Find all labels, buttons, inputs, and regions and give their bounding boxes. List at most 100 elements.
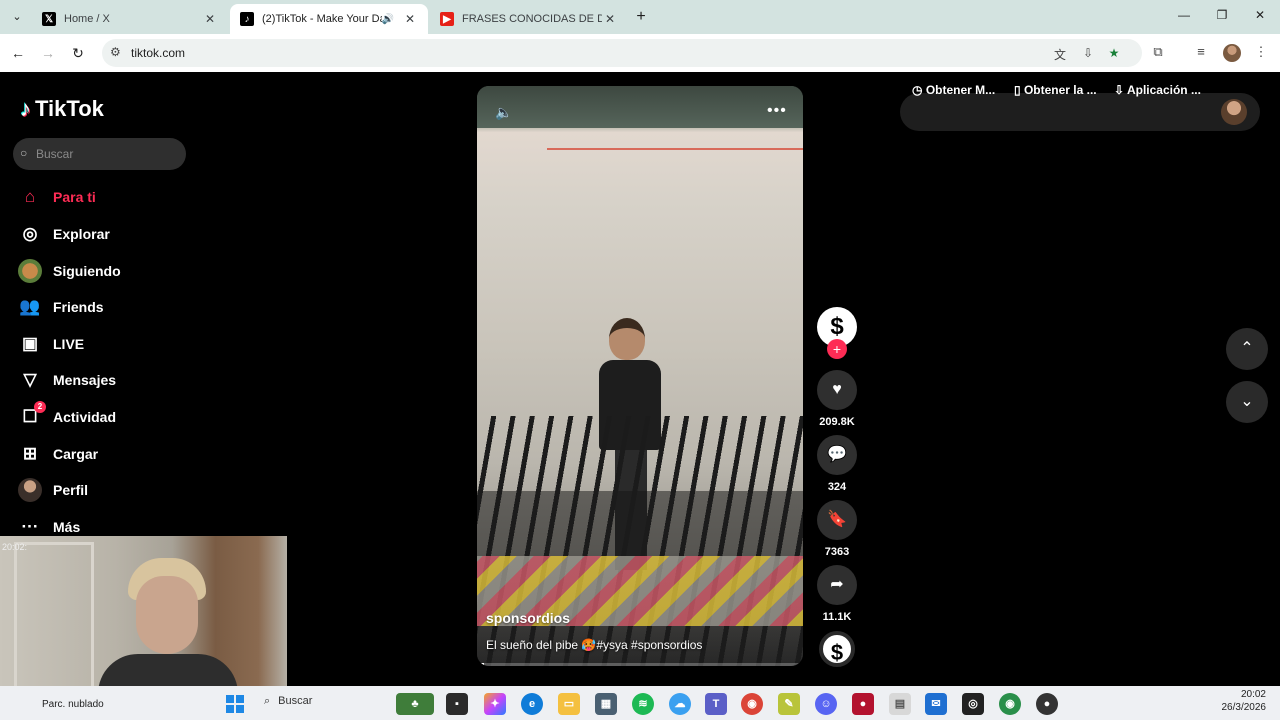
video-background-stands bbox=[477, 86, 803, 128]
sidebar-item-siguiendo[interactable]: Siguiendo bbox=[18, 256, 121, 286]
taskbar: Parc. nublado ⌕ Buscar ♣ ▪ ✦ e ▭ ▦ ≋ ☁ T … bbox=[0, 686, 1280, 720]
tab-title: (2)TikTok - Make Your Day bbox=[262, 13, 382, 25]
bookmark-star-icon[interactable]: ★ bbox=[1106, 46, 1122, 62]
video-player[interactable]: 🔈 ••• sponsordios El sueño del pibe 🥵#ys… bbox=[477, 86, 803, 666]
webcam-overlay: 20:02: bbox=[0, 536, 287, 698]
close-icon[interactable]: ✕ bbox=[202, 12, 218, 26]
sidebar-item-label: Mensajes bbox=[53, 372, 117, 388]
tab-search-chevron-icon[interactable]: ⌄ bbox=[8, 8, 26, 26]
notes-app-icon[interactable]: ✎ bbox=[778, 693, 800, 715]
tab-strip: ⌄ 𝕏 Home / X ✕ ♪ (2)TikTok - Make Your D… bbox=[0, 0, 1280, 34]
weather-widget[interactable]: Parc. nublado bbox=[42, 699, 104, 710]
spotify-icon[interactable]: ≋ bbox=[632, 693, 654, 715]
save-count: 7363 bbox=[824, 546, 850, 558]
windows-start-icon[interactable] bbox=[226, 695, 244, 713]
recording-app-icon[interactable]: ● bbox=[1036, 693, 1058, 715]
chrome-profile-icon[interactable]: ◉ bbox=[999, 693, 1021, 715]
site-info-icon[interactable]: ⚙ bbox=[110, 45, 121, 59]
translate-icon[interactable]: 文 bbox=[1052, 46, 1068, 62]
volume-icon[interactable]: 🔈 bbox=[495, 104, 512, 121]
url-text[interactable]: tiktok.com bbox=[131, 46, 185, 60]
sidebar-item-friends[interactable]: 👥 Friends bbox=[18, 292, 104, 322]
among-us-icon[interactable]: ● bbox=[852, 693, 874, 715]
sidebar-item-perfil[interactable]: Perfil bbox=[18, 475, 88, 505]
taskbar-search-label: Buscar bbox=[278, 695, 313, 707]
discord-icon[interactable]: ☺ bbox=[815, 693, 837, 715]
tab-x-home[interactable]: 𝕏 Home / X ✕ bbox=[32, 4, 228, 34]
friends-icon: 👥 bbox=[19, 297, 41, 316]
install-app-icon[interactable]: ⇩ bbox=[1080, 46, 1096, 62]
sidebar-item-mensajes[interactable]: ▽ Mensajes bbox=[18, 365, 116, 395]
extensions-puzzle-icon[interactable]: ⧉ bbox=[1149, 44, 1167, 62]
sidebar-item-label: Friends bbox=[53, 299, 104, 315]
calculator-icon[interactable]: ▦ bbox=[595, 693, 617, 715]
back-arrow-icon[interactable]: ← bbox=[8, 43, 28, 63]
sidebar-item-para-ti[interactable]: ⌂ Para ti bbox=[18, 182, 96, 212]
copilot-icon[interactable]: ✦ bbox=[484, 693, 506, 715]
chrome-menu-icon[interactable]: ⋮ bbox=[1252, 44, 1270, 62]
sidebar-item-actividad[interactable]: ☐ 2 Actividad bbox=[18, 401, 116, 432]
tab-tiktok[interactable]: ♪ (2)TikTok - Make Your Day 🔊 ✕ bbox=[230, 4, 428, 34]
close-icon[interactable]: ✕ bbox=[402, 12, 418, 26]
address-bar[interactable]: ⚙ tiktok.com 文 ⇩ ★ bbox=[102, 39, 1142, 67]
like-count: 209.8K bbox=[819, 416, 855, 428]
edge-icon[interactable]: e bbox=[521, 693, 543, 715]
widgets-icon[interactable]: ♣ bbox=[396, 693, 434, 715]
new-tab-plus-icon[interactable]: + bbox=[632, 8, 650, 26]
tab-youtube[interactable]: ▶ FRASES CONOCIDAS DE DAREL ✕ bbox=[430, 4, 628, 34]
home-icon: ⌂ bbox=[24, 187, 36, 206]
sidebar-item-label: Explorar bbox=[53, 226, 110, 242]
share-arrow-icon[interactable]: ➦ bbox=[817, 565, 857, 605]
user-avatar[interactable] bbox=[1221, 99, 1247, 125]
outlook-icon[interactable]: ✉ bbox=[925, 693, 947, 715]
desktop-app-button[interactable]: ⇩ Aplicación ... bbox=[1114, 83, 1201, 97]
comment-icon[interactable]: 💬 bbox=[817, 435, 857, 475]
sidebar-item-label: Siguiendo bbox=[53, 263, 121, 279]
restore-icon[interactable]: ❐ bbox=[1212, 8, 1232, 26]
bookmark-icon[interactable]: 🔖 bbox=[817, 500, 857, 540]
video-more-icon[interactable]: ••• bbox=[767, 102, 787, 120]
video-railing bbox=[477, 416, 803, 666]
next-video-chevron-down-icon[interactable]: ⌄ bbox=[1226, 381, 1268, 423]
forward-arrow-icon[interactable]: → bbox=[38, 43, 58, 63]
teams-icon[interactable]: T bbox=[705, 693, 727, 715]
follow-plus-icon[interactable]: + bbox=[827, 339, 847, 359]
music-disc-icon[interactable]: $ bbox=[819, 631, 855, 667]
media-control-icon[interactable]: ≡ bbox=[1192, 44, 1210, 62]
file-explorer-icon[interactable]: ▭ bbox=[558, 693, 580, 715]
file-app-icon[interactable]: ▤ bbox=[889, 693, 911, 715]
window-close-icon[interactable]: ✕ bbox=[1250, 8, 1270, 26]
sidebar-item-live[interactable]: ▣ LIVE bbox=[18, 329, 84, 359]
video-description: El sueño del pibe 🥵#ysya #sponsordios bbox=[486, 638, 703, 652]
reload-icon[interactable]: ↻ bbox=[68, 43, 88, 63]
get-app-button[interactable]: ▯ Obtener la ... bbox=[1014, 83, 1097, 97]
obs-icon[interactable]: ◎ bbox=[962, 693, 984, 715]
get-coins-button[interactable]: ◷ Obtener M... bbox=[912, 83, 995, 97]
video-author[interactable]: sponsordios bbox=[486, 610, 570, 626]
browser-toolbar: ← → ↻ ⚙ tiktok.com 文 ⇩ ★ ⧉ ≡ ⋮ bbox=[0, 34, 1280, 72]
close-icon[interactable]: ✕ bbox=[602, 12, 618, 26]
previous-video-chevron-up-icon[interactable]: ⌃ bbox=[1226, 328, 1268, 370]
search-input[interactable] bbox=[36, 144, 176, 164]
video-progress-bar[interactable] bbox=[477, 663, 803, 666]
chrome-icon[interactable]: ◉ bbox=[741, 693, 763, 715]
speaker-icon[interactable]: 🔊 bbox=[382, 14, 394, 25]
clock-date: 26/3/2026 bbox=[1221, 702, 1267, 713]
comment-count: 324 bbox=[827, 481, 847, 493]
taskbar-search[interactable]: ⌕ Buscar bbox=[264, 695, 312, 708]
onedrive-icon[interactable]: ☁ bbox=[669, 693, 691, 715]
tiktok-logo[interactable]: ♪ TikTok bbox=[20, 96, 104, 122]
activity-icon: ☐ 2 bbox=[18, 401, 46, 429]
system-clock[interactable]: 20:02 26/3/2026 bbox=[1210, 688, 1267, 714]
sidebar-item-cargar[interactable]: ⊞ Cargar bbox=[18, 439, 98, 469]
sidebar-item-label: Cargar bbox=[53, 446, 99, 462]
minimize-icon[interactable]: — bbox=[1174, 8, 1194, 26]
get-coins-label: Obtener M... bbox=[925, 83, 996, 97]
share-count: 11.1K bbox=[822, 611, 852, 623]
like-heart-icon[interactable]: ♥ bbox=[817, 370, 857, 410]
search-box[interactable]: ○ bbox=[13, 138, 186, 170]
webcam-person-face bbox=[136, 576, 198, 654]
chrome-profile-avatar[interactable] bbox=[1223, 44, 1241, 62]
sidebar-item-explorar[interactable]: ◎ Explorar bbox=[18, 219, 110, 249]
task-view-icon[interactable]: ▪ bbox=[446, 693, 468, 715]
